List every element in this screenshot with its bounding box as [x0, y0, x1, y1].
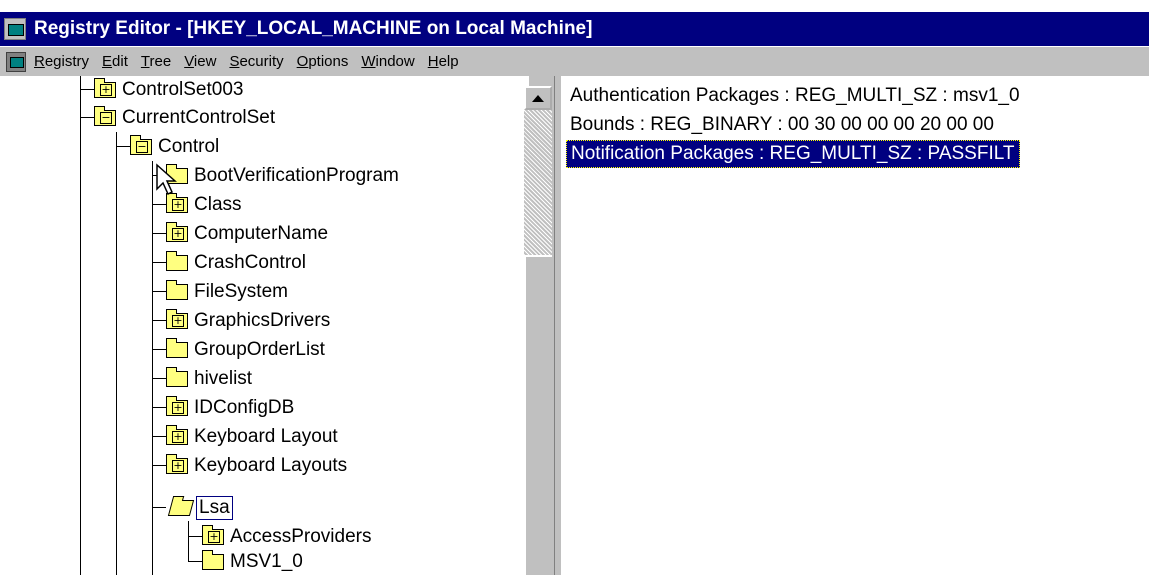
tree-node-control[interactable]: Control	[130, 133, 221, 160]
value-row-bounds[interactable]: Bounds : REG_BINARY : 00 30 00 00 00 20 …	[566, 111, 998, 139]
tree-node-accessproviders[interactable]: AccessProviders	[202, 523, 374, 550]
title-bar: Registry Editor - [HKEY_LOCAL_MACHINE on…	[0, 12, 1149, 46]
tree-node-label: AccessProviders	[230, 525, 372, 547]
tree-node-label: ControlSet003	[122, 78, 244, 100]
tree-connector	[152, 320, 166, 321]
child-window-icon[interactable]	[6, 51, 26, 72]
tree-node-lsa[interactable]: Lsa	[167, 494, 233, 521]
tree-connector	[152, 465, 166, 466]
tree-connector	[188, 521, 189, 561]
tree-node-bootverificationprogram[interactable]: BootVerificationProgram	[166, 162, 401, 189]
tree-connector	[152, 349, 166, 350]
tree-node-graphicsdrivers[interactable]: GraphicsDrivers	[166, 307, 332, 334]
tree-node-label: Keyboard Layouts	[194, 454, 348, 476]
value-text: Bounds : REG_BINARY : 00 30 00 00 00 20 …	[570, 114, 994, 135]
tree-node-label: FileSystem	[194, 280, 288, 302]
values-pane[interactable]: Authentication Packages : REG_MULTI_SZ :…	[562, 76, 1149, 575]
tree-node-keyboard-layouts[interactable]: Keyboard Layouts	[166, 452, 349, 479]
tree-connector	[80, 76, 81, 575]
tree-node-label: hivelist	[194, 367, 253, 389]
tree-node-computername[interactable]: ComputerName	[166, 220, 330, 247]
folder-icon	[202, 549, 224, 570]
tree-connector	[152, 291, 166, 292]
folder-icon	[166, 337, 188, 358]
menu-tree[interactable]: Tree	[141, 53, 171, 70]
folder-icon	[166, 250, 188, 271]
registry-editor-icon[interactable]	[4, 18, 26, 40]
scroll-up-button[interactable]	[524, 86, 552, 110]
collapsed-folder-icon[interactable]	[94, 77, 116, 98]
value-row-authentication-packages[interactable]: Authentication Packages : REG_MULTI_SZ :…	[566, 82, 1024, 110]
menu-edit[interactable]: Edit	[102, 53, 128, 70]
tree-node-hivelist[interactable]: hivelist	[166, 365, 254, 392]
collapsed-folder-icon[interactable]	[166, 424, 188, 445]
value-row-notification-packages[interactable]: Notification Packages : REG_MULTI_SZ : P…	[566, 140, 1020, 168]
collapsed-folder-icon[interactable]	[166, 221, 188, 242]
folder-icon	[166, 366, 188, 387]
tree-node-grouporderlist[interactable]: GroupOrderList	[166, 336, 327, 363]
pane-splitter[interactable]	[554, 76, 562, 575]
menu-view[interactable]: View	[184, 53, 216, 70]
tree-connector	[152, 507, 166, 508]
tree-connector	[152, 436, 166, 437]
tree-connector	[152, 262, 166, 263]
tree-node-label: CurrentControlSet	[122, 106, 276, 128]
tree-node-label: MSV1_0	[230, 550, 303, 572]
menu-security[interactable]: Security	[229, 53, 283, 70]
collapsed-folder-icon[interactable]	[166, 395, 188, 416]
expanded-folder-icon[interactable]	[130, 134, 152, 155]
tree-node-label: Keyboard Layout	[194, 425, 338, 447]
tree-connector	[152, 204, 166, 205]
menu-help[interactable]: Help	[428, 53, 459, 70]
tree-node-label: BootVerificationProgram	[194, 164, 399, 186]
tree-connector	[152, 233, 166, 234]
tree-connector	[116, 132, 117, 575]
tree-node-filesystem[interactable]: FileSystem	[166, 278, 290, 305]
tree-node-label: GroupOrderList	[194, 338, 325, 360]
tree-node-label: CrashControl	[194, 251, 306, 273]
menu-window[interactable]: Window	[361, 53, 414, 70]
tree-connector	[188, 561, 202, 562]
menu-options[interactable]: Options	[297, 53, 349, 70]
tree-node-label: Class	[194, 193, 242, 215]
scroll-thumb[interactable]	[524, 255, 552, 575]
tree-node-label: IDConfigDB	[194, 396, 295, 418]
collapsed-folder-icon[interactable]	[166, 308, 188, 329]
tree-connector	[188, 536, 202, 537]
window-title: Registry Editor - [HKEY_LOCAL_MACHINE on…	[34, 18, 593, 39]
value-text: Notification Packages : REG_MULTI_SZ : P…	[571, 143, 1015, 164]
tree-node-label: Control	[158, 135, 220, 157]
tree-connector	[116, 146, 130, 147]
tree-connector	[80, 117, 94, 118]
tree-node-controlset003[interactable]: ControlSet003	[94, 76, 245, 103]
tree-connector	[152, 161, 153, 575]
collapsed-folder-icon[interactable]	[202, 524, 224, 545]
open-folder-icon	[167, 499, 195, 516]
mouse-pointer-icon	[156, 163, 177, 196]
tree-node-currentcontrolset[interactable]: CurrentControlSet	[94, 104, 277, 131]
tree-connector	[152, 378, 166, 379]
tree-node-label: ComputerName	[194, 222, 329, 244]
menu-registry[interactable]: Registry	[34, 53, 89, 70]
tree-node-msv1-0[interactable]: MSV1_0	[202, 548, 305, 575]
tree-node-keyboard-layout[interactable]: Keyboard Layout	[166, 423, 340, 450]
folder-icon	[166, 279, 188, 300]
value-text: Authentication Packages : REG_MULTI_SZ :…	[570, 85, 1020, 106]
collapsed-folder-icon[interactable]	[166, 453, 188, 474]
menu-bar: Registry Edit Tree View Security Options…	[0, 47, 1149, 76]
tree-connector	[80, 89, 94, 90]
tree-node-idconfigdb[interactable]: IDConfigDB	[166, 394, 296, 421]
tree-node-label: GraphicsDrivers	[194, 309, 331, 331]
collapsed-folder-icon[interactable]	[166, 192, 188, 213]
expanded-folder-icon[interactable]	[94, 105, 116, 126]
tree-connector	[152, 407, 166, 408]
registry-tree[interactable]: ControlSet003 CurrentControlSet Control …	[0, 76, 529, 575]
scroll-track[interactable]	[524, 110, 552, 255]
tree-node-crashcontrol[interactable]: CrashControl	[166, 249, 308, 276]
tree-node-label: Lsa	[196, 495, 233, 520]
